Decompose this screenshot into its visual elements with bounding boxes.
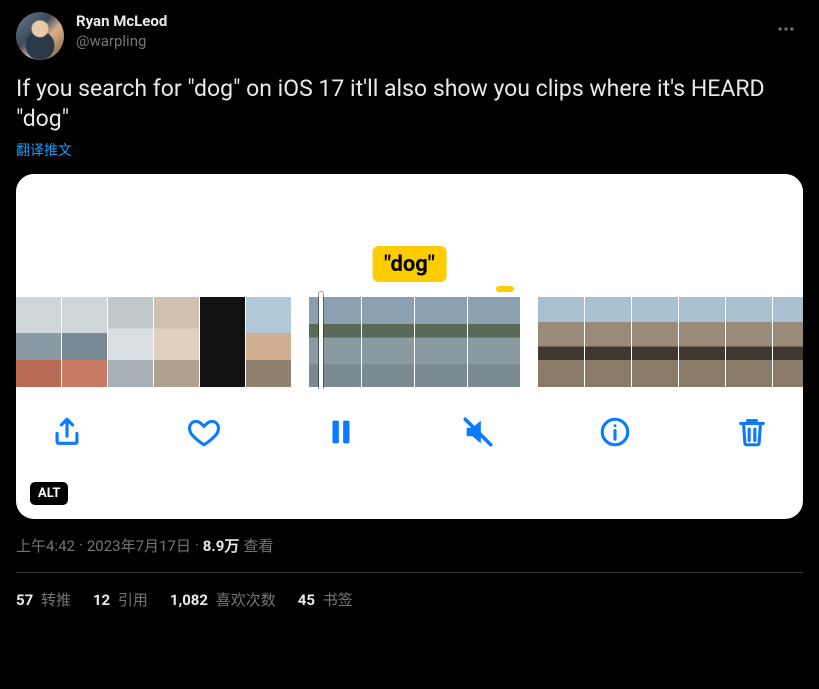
thumbnail[interactable]	[309, 297, 361, 387]
thumbnail[interactable]	[773, 297, 803, 387]
thumbnail[interactable]	[108, 297, 153, 387]
heart-icon	[187, 415, 221, 449]
thumbnail[interactable]	[679, 297, 725, 387]
thumbnail[interactable]	[415, 297, 467, 387]
share-icon	[50, 415, 84, 449]
likes-count: 1,082	[170, 591, 208, 609]
tweet-stats: 57 转推 12 引用 1,082 喜欢次数 45 书签	[16, 589, 803, 610]
alt-badge[interactable]: ALT	[30, 482, 68, 505]
thumbnail[interactable]	[16, 297, 61, 387]
clip-group[interactable]	[16, 297, 291, 389]
delete-button[interactable]	[731, 411, 773, 453]
quotes-stat[interactable]: 12 引用	[93, 589, 148, 610]
info-icon	[598, 415, 632, 449]
retweets-count: 57	[16, 591, 33, 609]
thumbnail[interactable]	[632, 297, 678, 387]
tweet-header: Ryan McLeod @warpling	[16, 12, 803, 60]
divider	[16, 572, 803, 573]
bookmarks-label: 书签	[319, 591, 353, 609]
share-button[interactable]	[46, 411, 88, 453]
mute-icon	[461, 415, 495, 449]
search-term-bubble: "dog"	[372, 246, 447, 282]
video-filmstrip[interactable]	[16, 269, 803, 389]
trash-icon	[735, 415, 769, 449]
thumbnail[interactable]	[62, 297, 107, 387]
pause-icon	[324, 415, 358, 449]
thumbnail[interactable]	[154, 297, 199, 387]
timeline-marker	[496, 286, 514, 292]
media-top-area: "dog"	[16, 174, 803, 269]
mute-button[interactable]	[457, 411, 499, 453]
thumbnail[interactable]	[726, 297, 772, 387]
thumbnail[interactable]	[246, 297, 291, 387]
dot: ·	[79, 536, 83, 554]
info-button[interactable]	[594, 411, 636, 453]
display-name: Ryan McLeod	[76, 12, 167, 32]
playhead[interactable]	[319, 292, 323, 389]
media-toolbar	[16, 389, 803, 453]
thumbnail[interactable]	[362, 297, 414, 387]
clip-group[interactable]	[309, 297, 520, 389]
thumbnail[interactable]	[538, 297, 584, 387]
date[interactable]: 2023年7月17日	[87, 535, 191, 556]
bookmarks-count: 45	[298, 591, 315, 609]
retweets-stat[interactable]: 57 转推	[16, 589, 71, 610]
more-icon	[776, 19, 796, 39]
likes-label: 喜欢次数	[212, 591, 276, 609]
pause-button[interactable]	[320, 411, 362, 453]
thumbnail[interactable]	[585, 297, 631, 387]
like-button[interactable]	[183, 411, 225, 453]
views-label: 查看	[243, 535, 273, 556]
dot: ·	[195, 536, 199, 554]
likes-stat[interactable]: 1,082 喜欢次数	[170, 589, 276, 610]
avatar[interactable]	[16, 12, 64, 60]
translate-link[interactable]: 翻译推文	[16, 140, 803, 160]
media-card[interactable]: "dog"	[16, 174, 803, 519]
views-count: 8.9万	[203, 535, 240, 556]
clip-group[interactable]	[538, 297, 803, 389]
more-button[interactable]	[769, 12, 803, 46]
quotes-label: 引用	[114, 591, 148, 609]
tweet-meta: 上午4:42 · 2023年7月17日 · 8.9万 查看	[16, 535, 803, 556]
tweet-container: Ryan McLeod @warpling If you search for …	[0, 0, 819, 610]
tweet-text: If you search for "dog" on iOS 17 it'll …	[16, 74, 803, 134]
time[interactable]: 上午4:42	[16, 535, 75, 556]
thumbnail[interactable]	[200, 297, 245, 387]
thumbnail[interactable]	[468, 297, 520, 387]
quotes-count: 12	[93, 591, 110, 609]
handle: @warpling	[76, 32, 167, 52]
author-names[interactable]: Ryan McLeod @warpling	[76, 12, 167, 51]
bookmarks-stat[interactable]: 45 书签	[298, 589, 353, 610]
retweets-label: 转推	[37, 591, 71, 609]
